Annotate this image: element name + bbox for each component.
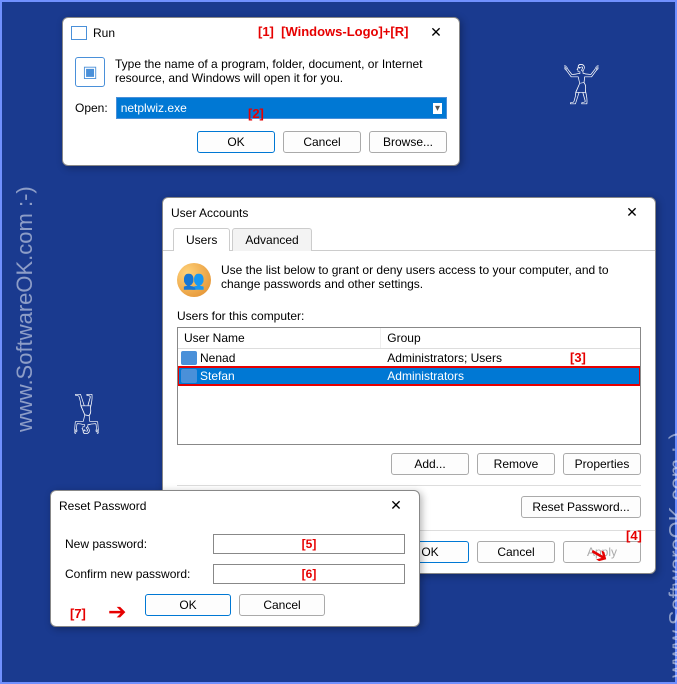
- open-value: netplwiz.exe: [121, 101, 187, 115]
- users-list-label: Users for this computer:: [177, 309, 641, 323]
- user-icon: [181, 369, 197, 383]
- tab-advanced[interactable]: Advanced: [232, 228, 311, 251]
- list-item[interactable]: Nenad Administrators; Users: [178, 349, 640, 367]
- open-label: Open:: [75, 101, 108, 115]
- confirm-password-input[interactable]: [213, 564, 405, 584]
- ok-button[interactable]: OK: [197, 131, 275, 153]
- run-title: Run: [93, 26, 421, 40]
- watermark-right: www.SoftwareOK.com :-): [665, 432, 677, 678]
- reset-password-button[interactable]: Reset Password...: [521, 496, 641, 518]
- close-icon[interactable]: ✕: [381, 497, 411, 514]
- ua-title: User Accounts: [171, 206, 617, 220]
- user-icon: [181, 351, 197, 365]
- chevron-down-icon: ▾: [433, 103, 442, 114]
- run-program-icon: ▣: [75, 57, 105, 87]
- add-user-button[interactable]: Add...: [391, 453, 469, 475]
- confirm-password-label: Confirm new password:: [65, 567, 205, 581]
- list-item-selected[interactable]: Stefan Administrators: [178, 367, 640, 385]
- run-description: Type the name of a program, folder, docu…: [115, 57, 447, 87]
- run-dialog: Run ✕ ▣ Type the name of a program, fold…: [62, 17, 460, 166]
- reset-password-dialog: Reset Password ✕ New password: Confirm n…: [50, 490, 420, 627]
- close-icon[interactable]: ✕: [421, 24, 451, 41]
- browse-button[interactable]: Browse...: [369, 131, 447, 153]
- apply-button[interactable]: Apply: [563, 541, 641, 563]
- stick-figure-icon: 𓀠: [562, 52, 601, 118]
- remove-user-button[interactable]: Remove: [477, 453, 555, 475]
- properties-button[interactable]: Properties: [563, 453, 641, 475]
- run-app-icon: [71, 26, 87, 40]
- close-icon[interactable]: ✕: [617, 204, 647, 221]
- users-listview[interactable]: User Name Group Nenad Administrators; Us…: [177, 327, 641, 445]
- new-password-input[interactable]: [213, 534, 405, 554]
- new-password-label: New password:: [65, 537, 205, 551]
- stick-figure-icon: 𓀡: [72, 382, 101, 448]
- col-group[interactable]: Group: [381, 328, 640, 348]
- users-icon: 👥: [177, 263, 211, 297]
- watermark-left: www.SoftwareOK.com :-): [12, 186, 38, 432]
- open-combobox[interactable]: netplwiz.exe ▾: [116, 97, 447, 119]
- cancel-button[interactable]: Cancel: [239, 594, 325, 616]
- cancel-button[interactable]: Cancel: [477, 541, 555, 563]
- ua-blurb-text: Use the list below to grant or deny user…: [221, 263, 641, 297]
- cancel-button[interactable]: Cancel: [283, 131, 361, 153]
- tab-users[interactable]: Users: [173, 228, 230, 251]
- rp-title: Reset Password: [59, 499, 381, 513]
- col-username[interactable]: User Name: [178, 328, 381, 348]
- ok-button[interactable]: OK: [145, 594, 231, 616]
